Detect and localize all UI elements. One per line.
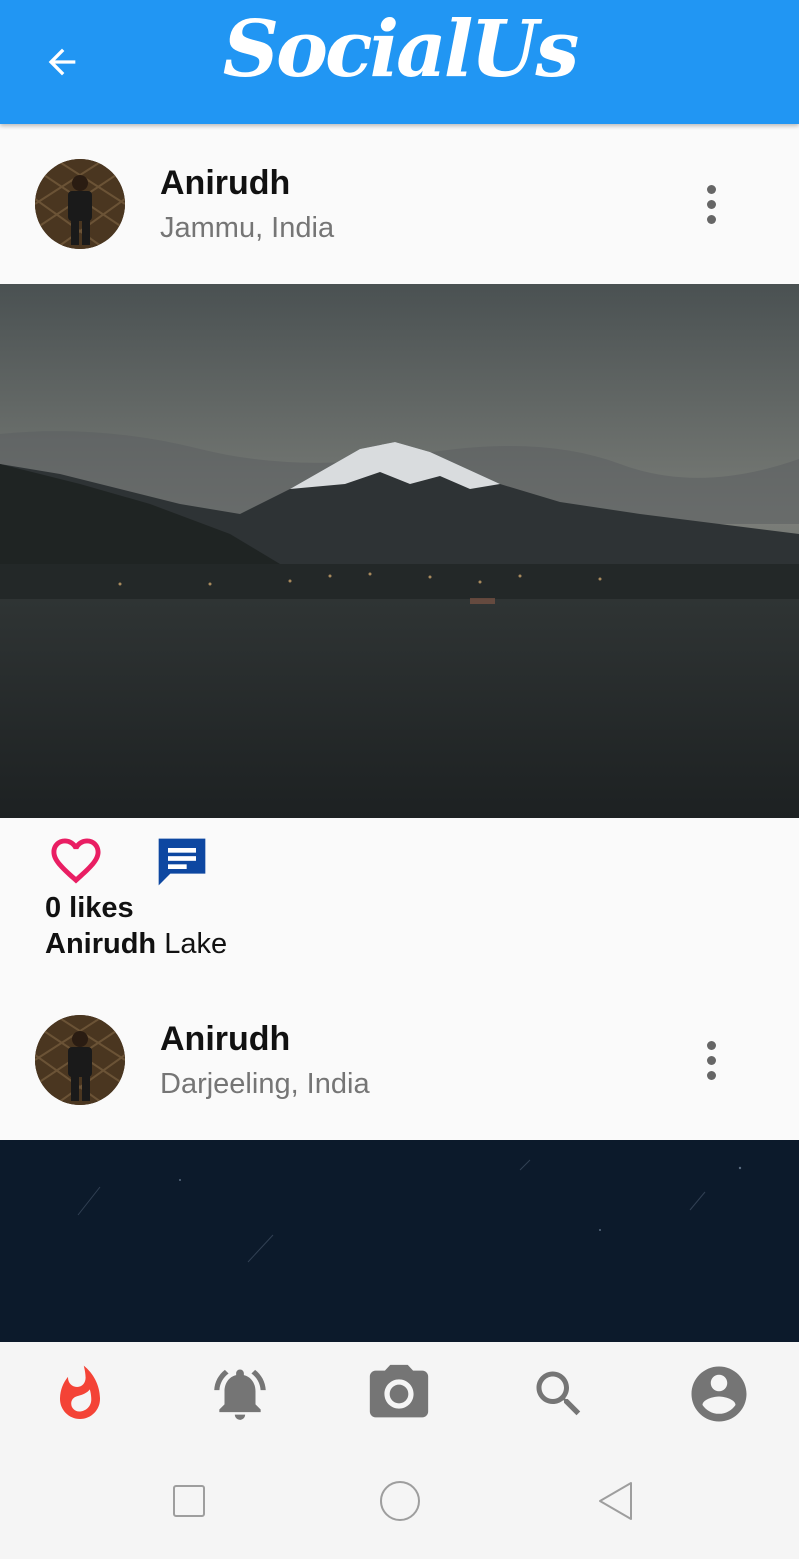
camera-icon: [370, 1364, 429, 1418]
post-image[interactable]: [0, 1140, 799, 1342]
more-options-button[interactable]: [690, 1036, 732, 1084]
circle-icon: [380, 1481, 420, 1521]
search-icon: [536, 1371, 581, 1416]
recent-apps-button[interactable]: [164, 1476, 214, 1526]
account-circle-icon: [691, 1366, 747, 1422]
post-location: Darjeeling, India: [160, 1068, 370, 1100]
post-card: Anirudh Jammu, India 0 likes Anirudh Lak…: [0, 124, 799, 980]
caption-username[interactable]: Anirudh: [45, 928, 156, 960]
nav-profile[interactable]: [679, 1354, 759, 1434]
post-username[interactable]: Anirudh: [160, 1020, 290, 1059]
comment-icon: [158, 838, 206, 886]
more-vert-icon: [706, 184, 716, 194]
app-bar: SocialUs: [0, 0, 799, 124]
avatar[interactable]: [35, 1015, 125, 1105]
comment-button[interactable]: [154, 834, 210, 890]
post-feed[interactable]: Anirudh Jammu, India 0 likes Anirudh Lak…: [0, 124, 799, 1342]
whatshot-icon: [59, 1365, 100, 1419]
nav-timeline[interactable]: [40, 1354, 120, 1434]
notifications-icon: [213, 1369, 266, 1420]
post-username[interactable]: Anirudh: [160, 164, 290, 203]
post-card: Anirudh Darjeeling, India: [0, 980, 799, 1342]
more-vert-icon: [706, 1040, 716, 1050]
like-button[interactable]: [46, 836, 106, 890]
square-icon: [173, 1485, 205, 1517]
nav-upload[interactable]: [359, 1354, 439, 1434]
system-navigation-bar: [0, 1446, 799, 1559]
post-header: Anirudh Jammu, India: [0, 124, 799, 284]
caption-text: Lake: [164, 928, 228, 960]
post-actions: [0, 818, 799, 890]
night-sky-photo: [0, 1140, 799, 1342]
post-caption: Anirudh Lake: [0, 926, 799, 962]
nav-notifications[interactable]: [200, 1354, 280, 1434]
system-back-button[interactable]: [590, 1476, 640, 1526]
triangle-back-icon: [599, 1482, 632, 1520]
heart-outline-icon: [51, 838, 101, 884]
likes-count: 0 likes: [45, 892, 134, 924]
home-button[interactable]: [375, 1476, 425, 1526]
post-image[interactable]: [0, 284, 799, 818]
post-header: Anirudh Darjeeling, India: [0, 980, 799, 1140]
post-location: Jammu, India: [160, 212, 335, 244]
avatar[interactable]: [35, 159, 125, 249]
bottom-navigation: [0, 1342, 799, 1446]
mountain-lake-photo: [0, 284, 799, 818]
nav-search[interactable]: [519, 1354, 599, 1434]
app-title: SocialUs: [222, 4, 580, 95]
more-options-button[interactable]: [690, 180, 732, 228]
